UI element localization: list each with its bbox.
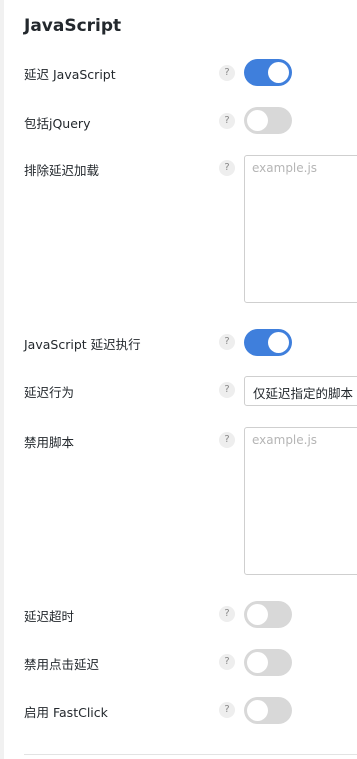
delay-behavior-selected: 仅延迟指定的脚本: [253, 386, 354, 401]
toggle-knob: [247, 700, 268, 721]
toggle-knob: [247, 652, 268, 673]
disable-scripts-help-icon[interactable]: ?: [219, 432, 235, 448]
enable-fastclick-help-icon[interactable]: ?: [219, 702, 235, 718]
delay-behavior-label: 延迟行为: [24, 385, 75, 400]
include-jquery-label: 包括jQuery: [24, 116, 91, 131]
toggle-knob: [247, 110, 268, 131]
js-delay-exec-label: JavaScript 延迟执行: [24, 337, 141, 352]
js-delay-exec-help-icon[interactable]: ?: [219, 334, 235, 350]
delay-js-toggle[interactable]: [244, 59, 292, 86]
toggle-knob: [268, 332, 289, 353]
delay-js-label: 延迟 JavaScript: [24, 67, 116, 82]
delay-behavior-help-icon[interactable]: ?: [219, 382, 235, 398]
js-delay-exec-toggle[interactable]: [244, 329, 292, 356]
disable-click-delay-label: 禁用点击延迟: [24, 657, 100, 672]
enable-fastclick-toggle[interactable]: [244, 697, 292, 724]
disable-scripts-textarea[interactable]: example.js: [244, 427, 357, 575]
exclude-delay-label: 排除延迟加载: [24, 163, 100, 178]
disable-scripts-label: 禁用脚本: [24, 435, 75, 450]
delay-behavior-select[interactable]: 仅延迟指定的脚本: [244, 376, 357, 406]
disable-scripts-placeholder: example.js: [252, 433, 318, 447]
enable-fastclick-label: 启用 FastClick: [24, 705, 108, 720]
delay-timeout-toggle[interactable]: [244, 601, 292, 628]
disable-click-delay-toggle[interactable]: [244, 649, 292, 676]
toggle-knob: [268, 62, 289, 83]
delay-timeout-help-icon[interactable]: ?: [219, 606, 235, 622]
include-jquery-toggle[interactable]: [244, 107, 292, 134]
divider: [24, 754, 357, 755]
disable-click-delay-help-icon[interactable]: ?: [219, 654, 235, 670]
settings-panel: JavaScript 延迟 JavaScript ? 包括jQuery ? 排除…: [4, 0, 357, 759]
delay-timeout-label: 延迟超时: [24, 609, 75, 624]
toggle-knob: [247, 604, 268, 625]
exclude-delay-placeholder: example.js: [252, 161, 318, 175]
delay-js-help-icon[interactable]: ?: [219, 65, 235, 81]
include-jquery-help-icon[interactable]: ?: [219, 113, 235, 129]
section-title: JavaScript: [24, 16, 122, 36]
exclude-delay-textarea[interactable]: example.js: [244, 155, 357, 303]
exclude-delay-help-icon[interactable]: ?: [219, 160, 235, 176]
